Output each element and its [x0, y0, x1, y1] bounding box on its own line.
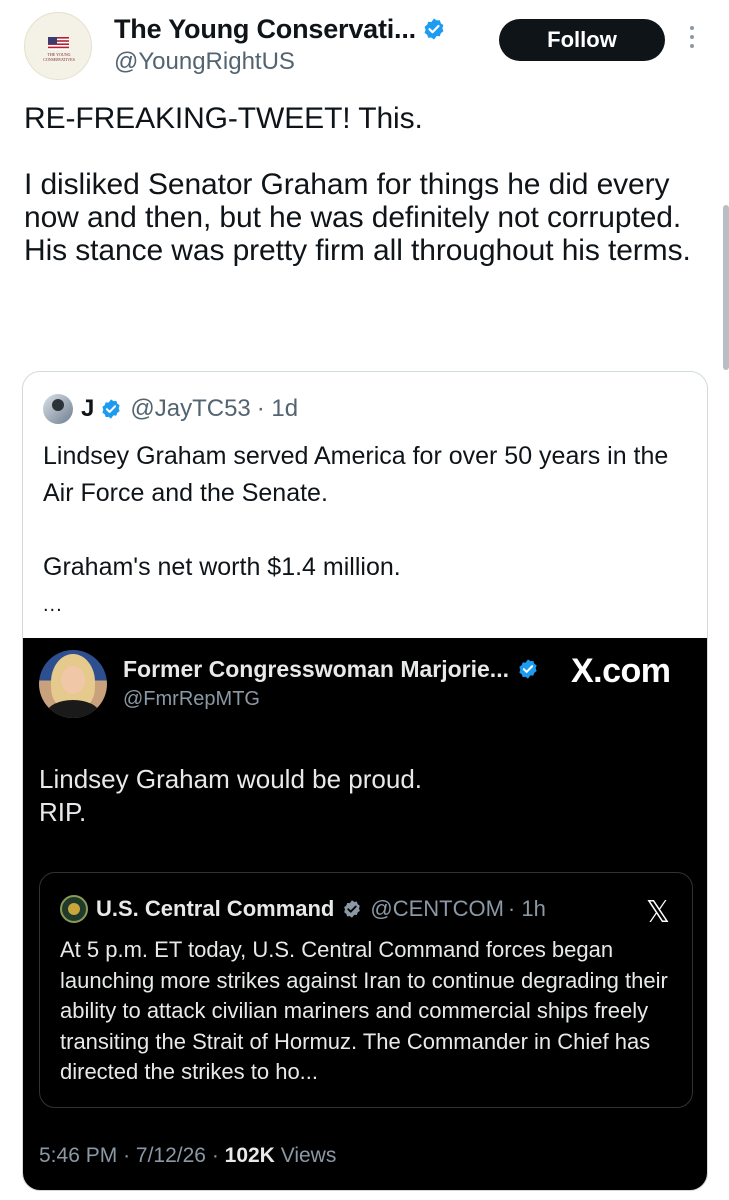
embedded-date: 7/12/26 [135, 1144, 206, 1167]
verified-badge-grey-icon [344, 900, 361, 918]
quoted-author-handle[interactable]: @JayTC53 [130, 395, 250, 423]
quoted-tweet-card[interactable]: J @JayTC53 · 1d Lindsey Graham served Am… [22, 371, 708, 1191]
embedded-screenshot[interactable]: Former Congresswoman Marjorie... @FmrRep… [23, 638, 707, 1190]
tweet-text: RE-FREAKING-TWEET! This. I disliked Sena… [24, 102, 691, 267]
avatar-caption: THE YOUNG CONSERVATIVES [43, 52, 75, 62]
author-handle[interactable]: @YoungRightUS [114, 48, 295, 76]
meta-separator: · [211, 1144, 225, 1167]
embedded-views-count: 102K [224, 1144, 275, 1167]
quoted-text-ellipsis: ... [43, 594, 63, 616]
embedded-quoted-card: U.S. Central Command @CENTCOM · 1h 𝕏 At … [39, 872, 693, 1108]
embedded-quoted-text: At 5 p.m. ET today, U.S. Central Command… [60, 937, 668, 1084]
x-com-watermark: X.com [571, 652, 671, 690]
author-name-text: The Young Conservati... [114, 14, 416, 44]
embedded-author-handle: @FmrRepMTG [123, 688, 260, 710]
verified-badge-icon [519, 659, 537, 679]
embedded-meta: 5:46 PM · 7/12/26 · 102K Views [39, 1144, 336, 1168]
embedded-quoted-author-name: U.S. Central Command [96, 896, 335, 921]
embedded-time: 5:46 PM [39, 1144, 118, 1167]
quoted-tweet-header: J @JayTC53 · 1d [43, 394, 298, 424]
embedded-views-label: Views [280, 1144, 337, 1167]
more-options-icon[interactable] [686, 26, 698, 54]
centcom-seal-icon [60, 895, 88, 923]
embedded-quoted-author-handle: @CENTCOM [370, 896, 504, 921]
embedded-author-avatar [39, 650, 107, 718]
embedded-tweet-text: Lindsey Graham would be proud. RIP. [39, 764, 423, 827]
embedded-author-name-text: Former Congresswoman Marjorie... [123, 656, 509, 682]
quoted-author-avatar[interactable] [43, 394, 73, 424]
x-logo-icon: 𝕏 [645, 895, 670, 930]
embedded-quoted-header: U.S. Central Command @CENTCOM · 1h [60, 895, 546, 923]
meta-separator: · [123, 1144, 136, 1167]
scrollbar[interactable] [723, 205, 729, 370]
embedded-author-name: Former Congresswoman Marjorie... [123, 656, 539, 683]
verified-badge-icon [102, 399, 120, 419]
flag-icon [48, 37, 69, 50]
author-name[interactable]: The Young Conservati... [114, 14, 446, 45]
author-avatar[interactable]: THE YOUNG CONSERVATIVES [24, 12, 92, 80]
embedded-quoted-timestamp: · 1h [507, 896, 546, 921]
follow-button[interactable]: Follow [499, 19, 665, 61]
quoted-timestamp[interactable]: · 1d [257, 395, 298, 423]
verified-badge-icon [424, 18, 444, 40]
quoted-tweet-text: Lindsey Graham served America for over 5… [43, 442, 669, 581]
quoted-author-name[interactable]: J [81, 395, 94, 423]
